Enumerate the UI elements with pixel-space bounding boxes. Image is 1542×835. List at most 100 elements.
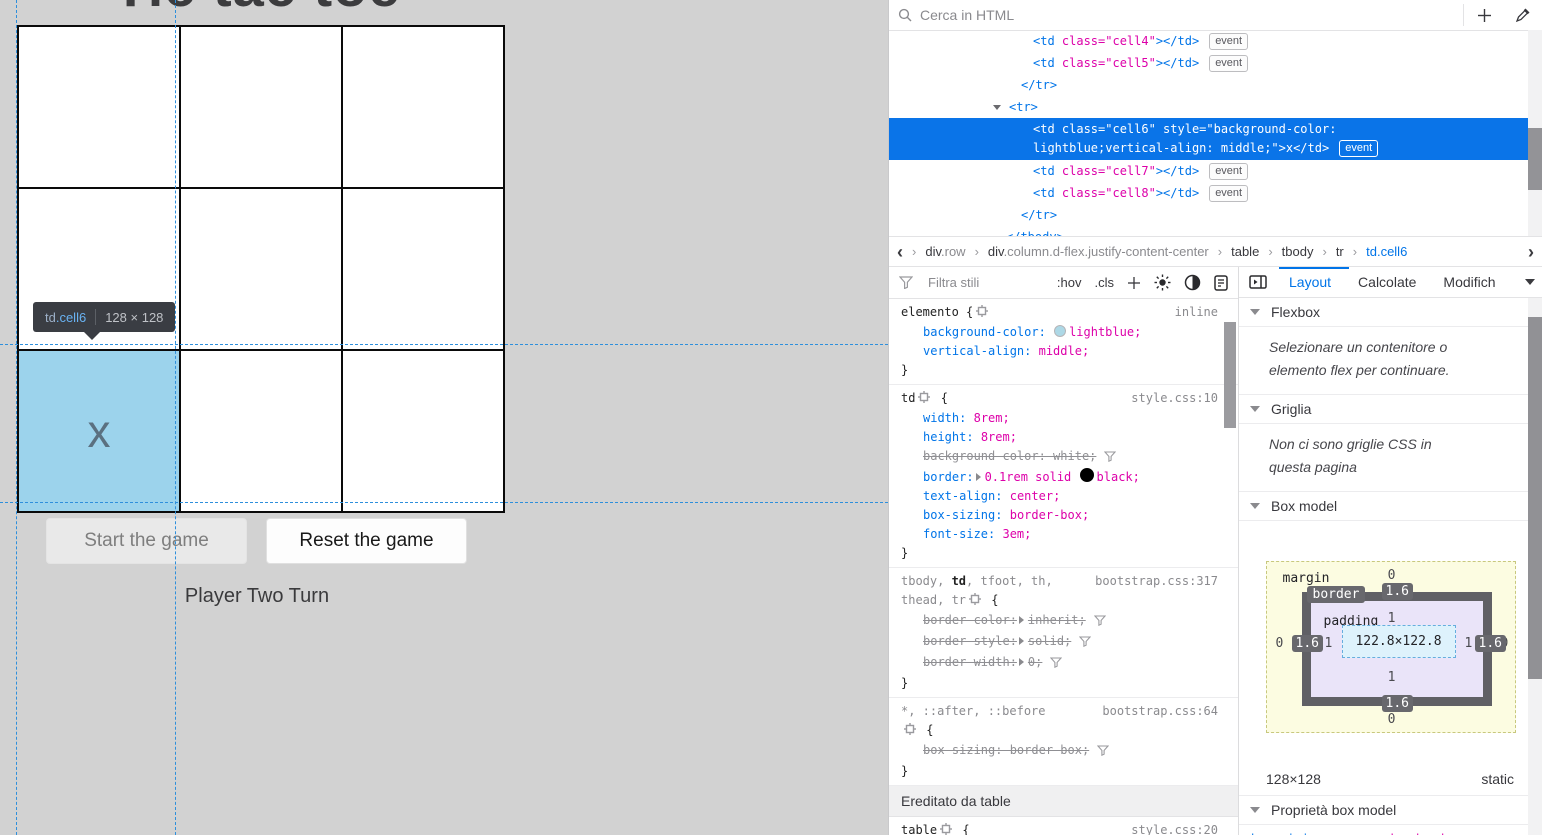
- border-top-value[interactable]: 1.6: [1382, 583, 1413, 600]
- css-declaration[interactable]: text-align: center;: [923, 487, 1238, 506]
- selector-target-icon[interactable]: [940, 822, 952, 835]
- class-toggle[interactable]: .cls: [1095, 275, 1115, 290]
- padding-left-value[interactable]: 1: [1325, 636, 1333, 651]
- filter-property-icon[interactable]: [1050, 657, 1062, 671]
- tree-scrollbar-thumb[interactable]: [1528, 128, 1542, 190]
- breadcrumb-item-td-cell6[interactable]: td.cell6: [1366, 244, 1407, 259]
- css-declaration[interactable]: height: 8rem;: [923, 428, 1238, 447]
- expand-arrow-icon[interactable]: [1019, 658, 1024, 666]
- tab-layout[interactable]: Layout: [1289, 274, 1331, 290]
- sidebar-toggle-icon[interactable]: [1249, 275, 1267, 289]
- print-media-icon[interactable]: [1214, 275, 1228, 291]
- event-badge[interactable]: event: [1209, 33, 1248, 50]
- pseudo-class-toggle[interactable]: :hov: [1057, 275, 1082, 290]
- add-rule-icon[interactable]: [1127, 276, 1141, 290]
- rule-origin[interactable]: bootstrap.css:317: [1095, 572, 1218, 591]
- event-badge[interactable]: event: [1209, 185, 1248, 202]
- expand-arrow-icon[interactable]: [976, 473, 981, 481]
- section-header-flexbox[interactable]: Flexbox: [1239, 298, 1542, 327]
- box-model-property-row-clipped[interactable]: box-sizing border-box: [1239, 825, 1542, 835]
- tree-row-close-tbody[interactable]: </tbody>: [889, 226, 1529, 236]
- layout-scrollbar[interactable]: [1528, 298, 1542, 835]
- rules-scrollbar-thumb[interactable]: [1224, 322, 1236, 428]
- event-badge[interactable]: event: [1209, 163, 1248, 180]
- color-swatch-lightblue[interactable]: [1054, 325, 1066, 337]
- css-declaration[interactable]: box-sizing: border-box;: [923, 506, 1238, 525]
- rule-origin[interactable]: style.css:10: [1131, 389, 1218, 408]
- css-declaration[interactable]: width: 8rem;: [923, 409, 1238, 428]
- filter-styles-input[interactable]: [926, 274, 1000, 291]
- breadcrumb-item-tr[interactable]: tr: [1336, 244, 1344, 259]
- event-badge[interactable]: event: [1339, 140, 1378, 157]
- margin-left-value[interactable]: 0: [1276, 636, 1284, 651]
- tree-scrollbar[interactable]: [1528, 30, 1542, 236]
- css-declaration-overridden[interactable]: box-sizing: border-box;: [923, 741, 1238, 762]
- event-badge[interactable]: event: [1209, 55, 1248, 72]
- light-theme-sun-icon[interactable]: [1154, 274, 1171, 291]
- breadcrumb-item-div-column[interactable]: div.column.d-flex.justify-content-center: [988, 244, 1209, 259]
- expand-arrow-icon[interactable]: [1019, 637, 1024, 645]
- breadcrumb-item-table[interactable]: table: [1231, 244, 1259, 259]
- breadcrumb-forward-icon[interactable]: ›: [1528, 243, 1534, 261]
- filter-property-icon[interactable]: [1094, 615, 1106, 629]
- create-node-plus-icon[interactable]: [1464, 8, 1504, 23]
- board-cell-4[interactable]: [180, 188, 342, 350]
- rule-origin[interactable]: inline: [1175, 303, 1218, 322]
- reset-game-button[interactable]: Reset the game: [266, 518, 467, 564]
- expand-arrow-icon[interactable]: [993, 105, 1001, 110]
- filter-property-icon[interactable]: [1079, 636, 1091, 650]
- tab-changes[interactable]: Modifich: [1443, 274, 1495, 290]
- css-declaration[interactable]: background-color: lightblue;: [923, 323, 1238, 342]
- css-declaration-overridden[interactable]: border-color:inherit;: [923, 611, 1238, 632]
- padding-top-value[interactable]: 1: [1267, 611, 1517, 626]
- tree-row-cell6-selected[interactable]: <td class="cell6" style="background-colo…: [889, 118, 1529, 160]
- selector-target-icon[interactable]: [976, 304, 988, 323]
- padding-bottom-value[interactable]: 1: [1267, 670, 1517, 685]
- tabs-dropdown-icon[interactable]: [1525, 279, 1535, 285]
- box-model-margin-layer[interactable]: margin 0 0 0 0 border 1.6 1.6 1.6 1.6 pa…: [1266, 561, 1516, 733]
- board-cell-6-highlighted[interactable]: x: [18, 350, 180, 512]
- css-declaration[interactable]: vertical-align: middle;: [923, 342, 1238, 361]
- selector-target-icon[interactable]: [969, 592, 981, 611]
- section-header-box-model[interactable]: Box model: [1239, 492, 1542, 521]
- breadcrumb-item-tbody[interactable]: tbody: [1282, 244, 1314, 259]
- tree-row-open-tr[interactable]: <tr>: [889, 96, 1529, 118]
- css-declaration[interactable]: border:0.1rem solid black;: [923, 468, 1238, 487]
- padding-right-value[interactable]: 1: [1465, 636, 1473, 651]
- tab-computed[interactable]: Calcolate: [1358, 274, 1416, 290]
- css-declaration-overridden[interactable]: border-width:0;: [923, 653, 1238, 674]
- breadcrumb-item-div-row[interactable]: div.row: [925, 244, 965, 259]
- board-cell-2[interactable]: [342, 26, 504, 188]
- board-cell-0[interactable]: [18, 26, 180, 188]
- color-scheme-contrast-icon[interactable]: [1184, 274, 1201, 291]
- board-cell-7[interactable]: [180, 350, 342, 512]
- expand-arrow-icon[interactable]: [1019, 616, 1024, 624]
- css-declaration[interactable]: font-size: 3em;: [923, 525, 1238, 544]
- section-header-grid[interactable]: Griglia: [1239, 395, 1542, 424]
- margin-bottom-value[interactable]: 0: [1267, 712, 1517, 727]
- border-bottom-value[interactable]: 1.6: [1382, 695, 1413, 712]
- section-header-box-model-props[interactable]: Proprietà box model: [1239, 795, 1542, 825]
- rule-origin[interactable]: bootstrap.css:64: [1102, 702, 1218, 721]
- css-declaration-overridden[interactable]: border-style:solid;: [923, 632, 1238, 653]
- tree-row-cell5[interactable]: <td class="cell5"></td>event: [889, 52, 1529, 74]
- filter-property-icon[interactable]: [1104, 451, 1116, 465]
- board-cell-1[interactable]: [180, 26, 342, 188]
- border-right-value[interactable]: 1.6: [1475, 635, 1506, 652]
- tree-row-close-tr[interactable]: </tr>: [889, 204, 1529, 226]
- tree-row-cell8[interactable]: <td class="cell8"></td>event: [889, 182, 1529, 204]
- tree-row-cell7[interactable]: <td class="cell7"></td>event: [889, 160, 1529, 182]
- filter-property-icon[interactable]: [1097, 745, 1109, 759]
- box-model-content-box[interactable]: 122.8×122.8: [1342, 625, 1456, 658]
- border-left-value[interactable]: 1.6: [1292, 635, 1323, 652]
- layout-scrollbar-thumb[interactable]: [1528, 317, 1542, 679]
- breadcrumb-back-icon[interactable]: ‹: [897, 243, 903, 261]
- selector-target-icon[interactable]: [918, 390, 930, 409]
- css-declaration-overridden[interactable]: background-color: white;: [923, 447, 1238, 468]
- margin-top-value[interactable]: 0: [1267, 568, 1517, 583]
- tree-row-close-tr[interactable]: </tr>: [889, 74, 1529, 96]
- board-cell-5[interactable]: [342, 188, 504, 350]
- eyedropper-icon[interactable]: [1504, 7, 1542, 23]
- search-input[interactable]: [918, 6, 1463, 24]
- tree-row-cell4[interactable]: <td class="cell4"></td>event: [889, 30, 1529, 52]
